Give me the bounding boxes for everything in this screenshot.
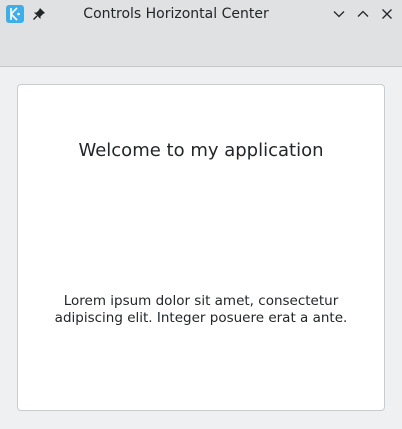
body-text: Lorem ipsum dolor sit amet, consectetur … <box>54 293 348 326</box>
close-icon[interactable] <box>379 6 395 22</box>
minimize-icon[interactable] <box>331 6 347 22</box>
pin-icon[interactable] <box>31 6 47 22</box>
window-title: Controls Horizontal Center <box>83 6 269 22</box>
title-bar[interactable]: Controls Horizontal Center <box>0 0 402 67</box>
content-card: Welcome to my application Lorem ipsum do… <box>17 84 385 411</box>
app-window: Controls Horizontal Center Welcome to my… <box>0 0 402 429</box>
welcome-heading: Welcome to my application <box>78 140 324 161</box>
maximize-icon[interactable] <box>355 6 371 22</box>
kde-icon[interactable] <box>6 5 24 23</box>
content-area: Welcome to my application Lorem ipsum do… <box>0 67 402 429</box>
